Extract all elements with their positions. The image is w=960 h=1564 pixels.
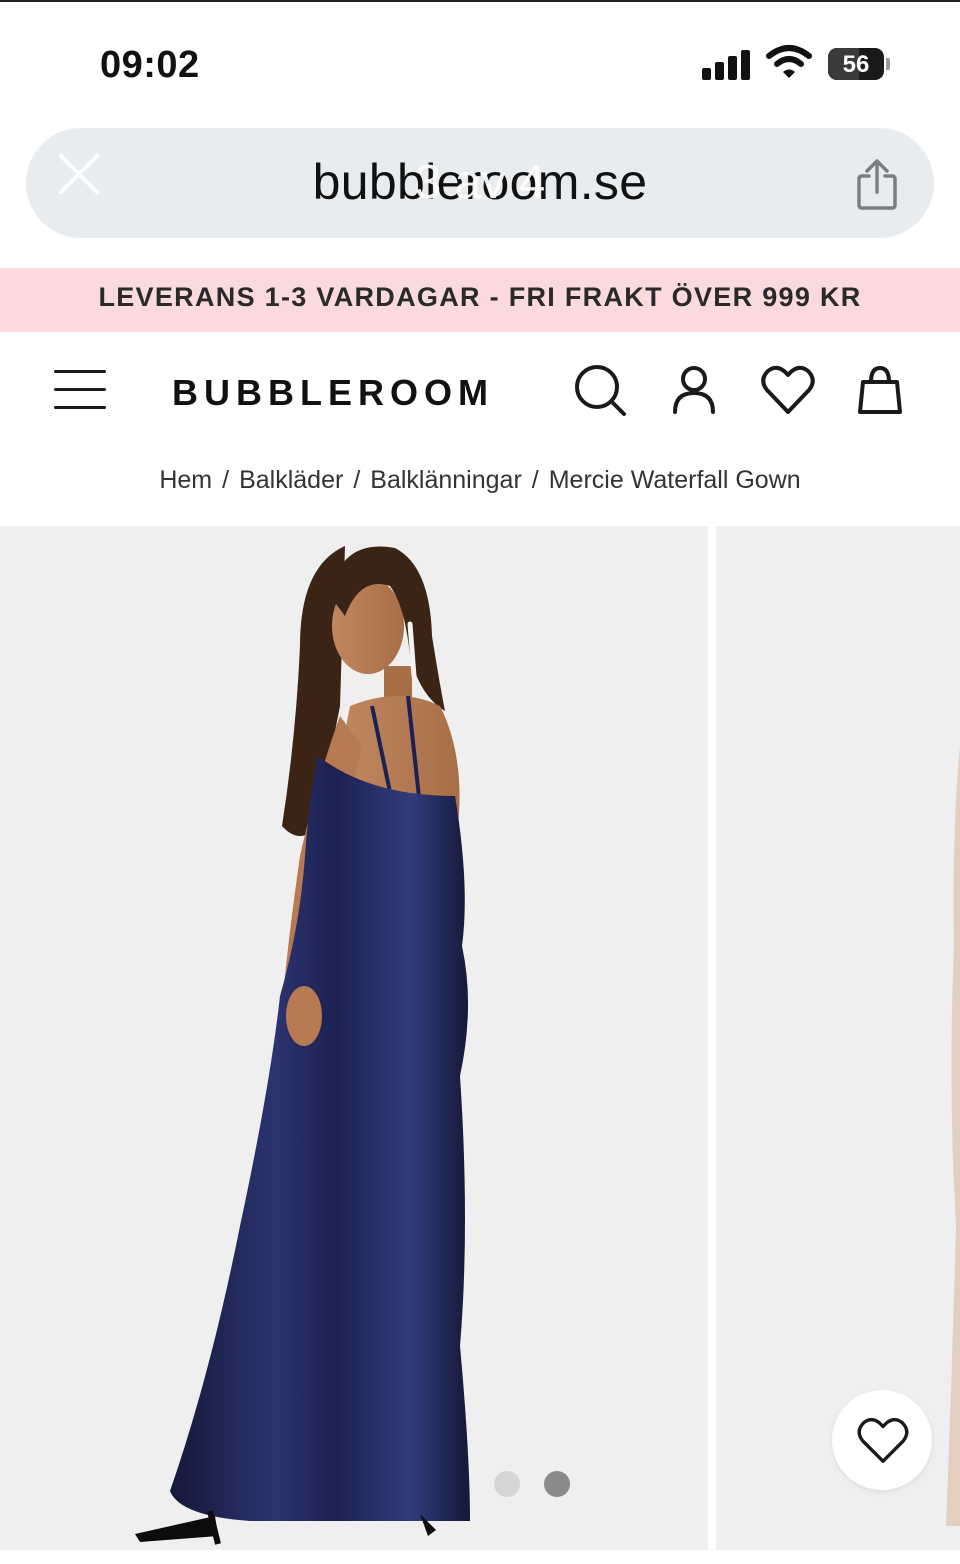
status-time: 09:02 xyxy=(100,44,200,86)
battery-icon: 56 xyxy=(828,48,890,80)
breadcrumb: Hem / Balkläder / Balklänningar / Mercie Water… xyxy=(0,466,960,495)
favorite-button[interactable] xyxy=(832,1390,932,1490)
heart-icon[interactable] xyxy=(760,362,816,418)
product-gallery[interactable] xyxy=(0,526,960,1564)
heart-icon xyxy=(857,1417,909,1463)
product-image-main[interactable] xyxy=(0,526,708,1550)
wifi-icon xyxy=(766,45,812,78)
breadcrumb-item-balklader[interactable]: Balkläder xyxy=(239,466,343,495)
breadcrumb-item-home[interactable]: Hem xyxy=(159,466,212,495)
address-bar[interactable]: bubbleroom.se 3 av 4 xyxy=(26,128,934,238)
breadcrumb-separator: / xyxy=(531,466,539,494)
status-bar: 09:02 56 xyxy=(0,30,960,100)
bag-icon[interactable] xyxy=(852,362,908,418)
carousel-dots[interactable] xyxy=(490,1471,580,1497)
product-image-next[interactable] xyxy=(716,526,960,1550)
product-photo xyxy=(135,546,470,1545)
menu-icon[interactable] xyxy=(54,368,106,412)
promo-banner: LEVERANS 1-3 VARDAGAR - FRI FRAKT ÖVER 9… xyxy=(0,268,960,332)
breadcrumb-separator: / xyxy=(353,466,361,494)
breadcrumb-separator: / xyxy=(222,466,230,494)
cellular-signal-icon xyxy=(702,50,752,80)
top-edge xyxy=(0,0,960,2)
site-header: BUBBLEROOM xyxy=(0,332,960,450)
site-logo[interactable]: BUBBLEROOM xyxy=(172,372,494,414)
product-photo-partial xyxy=(946,746,960,1526)
promo-text: LEVERANS 1-3 VARDAGAR - FRI FRAKT ÖVER 9… xyxy=(98,282,862,312)
carousel-dot[interactable] xyxy=(494,1471,520,1497)
search-icon[interactable] xyxy=(572,362,628,418)
breadcrumb-item-current: Mercie Waterfall Gown xyxy=(548,466,801,494)
battery-percentage: 56 xyxy=(842,51,870,78)
share-icon[interactable] xyxy=(854,158,900,210)
image-counter: 3 av 4 xyxy=(414,156,546,209)
account-icon[interactable] xyxy=(666,362,722,418)
carousel-dot-active[interactable] xyxy=(544,1471,570,1497)
breadcrumb-item-balklanningar[interactable]: Balklänningar xyxy=(370,466,522,495)
